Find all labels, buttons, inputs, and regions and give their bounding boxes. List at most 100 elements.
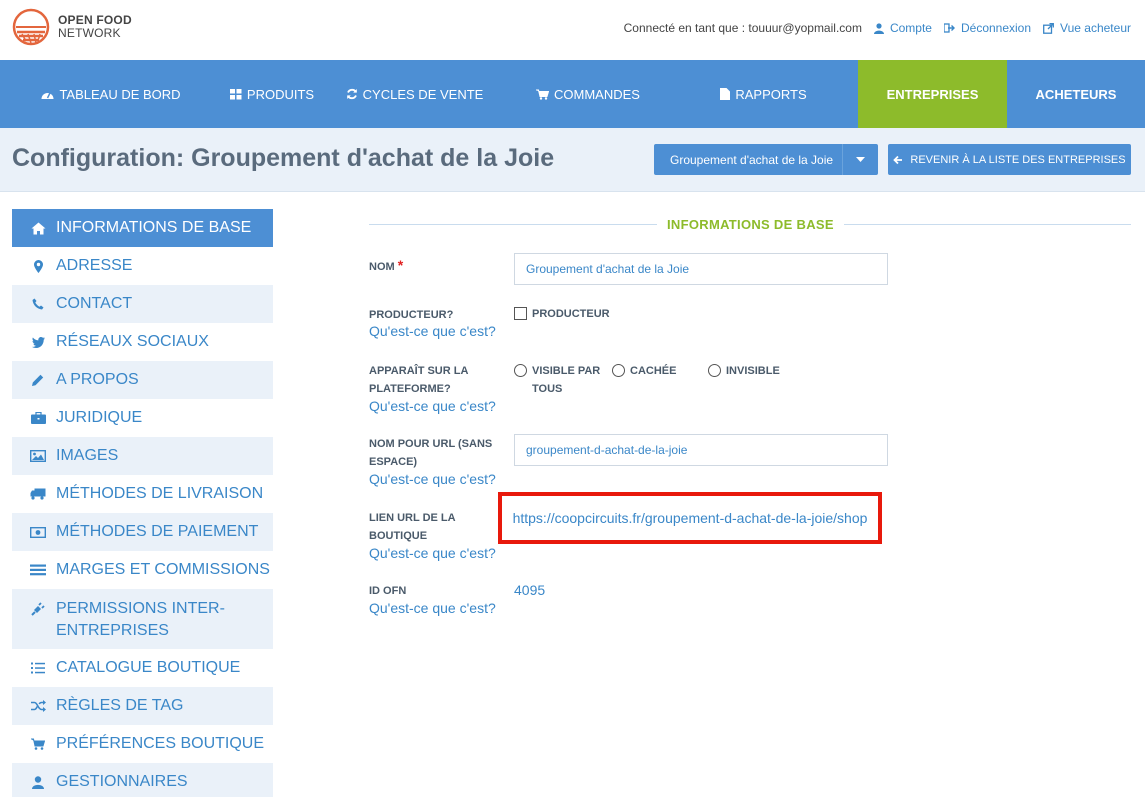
sidebar-item-about[interactable]: A PROPOS (12, 361, 273, 399)
sidebar-item-address[interactable]: ADRESSE (12, 247, 273, 285)
shopfront-link-label: Vue acheteur (1060, 21, 1131, 35)
user-bar: Connecté en tant que : touuur@yopmail.co… (624, 21, 1131, 35)
top-bar: OPEN FOOD NETWORK Connecté en tant que :… (0, 0, 1145, 60)
sidebar-item-label: PRÉFÉRENCES BOUTIQUE (56, 735, 265, 752)
shop-url-link[interactable]: https://coopcircuits.fr/groupement-d-ach… (513, 510, 868, 526)
nav-products[interactable]: PRODUITS (222, 60, 322, 128)
section-header: INFORMATIONS DE BASE (369, 209, 1131, 239)
sidebar-item-tag-rules[interactable]: RÈGLES DE TAG (12, 687, 273, 725)
permalink-help-link[interactable]: Qu'est-ce que c'est? (369, 471, 496, 487)
nav-enterprises[interactable]: ENTREPRISES (858, 60, 1007, 136)
sidebar-item-label: MÉTHODES DE LIVRAISON (56, 485, 264, 502)
money-icon (28, 526, 48, 538)
nav-customers[interactable]: ACHETEURS (1007, 60, 1145, 128)
permalink-label: NOM POUR URL (SANS ESPACE) (369, 438, 493, 468)
nav-enterprises-label: ENTREPRISES (886, 86, 979, 102)
shop-url-label: LIEN URL DE LA BOUTIQUE (369, 512, 456, 542)
ofn-logo[interactable]: OPEN FOOD NETWORK (12, 8, 132, 46)
main-nav: TABLEAU DE BORD PRODUITS CYCLES DE VENTE… (0, 60, 1145, 136)
nav-products-label: PRODUITS (246, 86, 315, 102)
logout-link-label: Déconnexion (960, 21, 1032, 35)
visibility-option-label: VISIBLE PAR TOUS (532, 365, 601, 395)
sidebar-item-fees[interactable]: MARGES ET COMMISSIONS (12, 551, 273, 589)
sidebar-item-label: A PROPOS (56, 371, 139, 388)
sidebar-item-inventory[interactable]: CATALOGUE BOUTIQUE (12, 649, 273, 687)
ofn-logo-icon (12, 8, 50, 46)
name-label: NOM * (369, 256, 403, 276)
sidebar-item-label: MÉTHODES DE PAIEMENT (56, 523, 259, 540)
enterprise-select-button[interactable]: Groupement d'achat de la Joie (654, 144, 878, 175)
sidebar-item-contact[interactable]: CONTACT (12, 285, 273, 323)
enterprise-select-label: Groupement d'achat de la Joie (670, 152, 834, 167)
radio-dot[interactable] (612, 364, 625, 377)
producer-checkbox-label: PRODUCTEUR (532, 307, 610, 320)
external-link-icon (1043, 22, 1054, 34)
sidebar-item-label: PERMISSIONS INTER-ENTREPRISES (56, 600, 225, 639)
user-icon (28, 775, 48, 789)
visibility-option-hidden[interactable]: CACHÉE (612, 362, 676, 380)
logout-link[interactable]: Déconnexion (943, 21, 1032, 35)
sidebar-item-label: ADRESSE (56, 257, 133, 274)
permalink-input[interactable]: groupement-d-achat-de-la-joie (514, 434, 888, 466)
dashboard-icon (41, 92, 54, 99)
cart-icon (28, 738, 48, 750)
permalink-input-value: groupement-d-achat-de-la-joie (526, 443, 688, 457)
sidebar-item-social[interactable]: RÉSEAUX SOCIAUX (12, 323, 273, 361)
primary-details-form: INFORMATIONS DE BASE NOM * Groupement d'… (369, 209, 1131, 616)
arrow-left-icon (893, 155, 903, 164)
sidebar-item-legal[interactable]: JURIDIQUE (12, 399, 273, 437)
logo-line2: NETWORK (58, 26, 121, 40)
nav-reports-label: RAPPORTS (735, 86, 807, 102)
sidebar-item-shop-preferences[interactable]: PRÉFÉRENCES BOUTIQUE (12, 725, 273, 763)
checkbox-box[interactable] (514, 307, 527, 320)
user-icon (873, 22, 884, 34)
list-icon (28, 564, 48, 576)
visibility-option-label: INVISIBLE (726, 365, 780, 377)
sidebar-item-label: GESTIONNAIRES (56, 773, 188, 790)
visibility-option-public[interactable]: VISIBLE PAR TOUS (514, 362, 609, 398)
nav-order-cycles-label: CYCLES DE VENTE (362, 86, 484, 102)
shopfront-link[interactable]: Vue acheteur (1043, 21, 1131, 35)
cart-icon (536, 89, 550, 100)
refresh-icon (346, 88, 357, 100)
required-mark: * (397, 257, 404, 273)
sidebar-item-payment-methods[interactable]: MÉTHODES DE PAIEMENT (12, 513, 273, 551)
nav-order-cycles[interactable]: CYCLES DE VENTE (322, 60, 507, 128)
nav-orders[interactable]: COMMANDES (507, 60, 669, 128)
sidebar-item-shipping-methods[interactable]: MÉTHODES DE LIVRAISON (12, 475, 273, 513)
nav-reports[interactable]: RAPPORTS (669, 60, 858, 128)
visibility-option-invisible[interactable]: INVISIBLE (708, 362, 780, 380)
account-link[interactable]: Compte (873, 21, 932, 35)
producer-checkbox[interactable]: PRODUCTEUR (514, 307, 610, 320)
producer-label: PRODUCTEUR? (369, 309, 454, 321)
sidebar-item-images[interactable]: IMAGES (12, 437, 273, 475)
sidebar-item-permissions[interactable]: PERMISSIONS INTER-ENTREPRISES (12, 589, 273, 649)
shop-url-help-link[interactable]: Qu'est-ce que c'est? (369, 545, 496, 561)
producer-help-link[interactable]: Qu'est-ce que c'est? (369, 323, 496, 339)
visibility-help-link[interactable]: Qu'est-ce que c'est? (369, 398, 496, 414)
random-icon (28, 700, 48, 712)
back-to-enterprises-button[interactable]: REVENIR À LA LISTE DES ENTREPRISES (888, 144, 1131, 175)
sidebar-item-label: INFORMATIONS DE BASE (56, 219, 252, 236)
name-label-text: NOM (369, 261, 395, 273)
shop-url-highlight: https://coopcircuits.fr/groupement-d-ach… (498, 492, 882, 544)
visibility-label: APPARAÎT SUR LA PLATEFORME? (369, 365, 468, 395)
visibility-option-label: CACHÉE (630, 365, 677, 377)
ofn-id-help-link[interactable]: Qu'est-ce que c'est? (369, 600, 496, 616)
radio-dot[interactable] (708, 364, 721, 377)
page-title: Configuration: Groupement d'achat de la … (12, 144, 555, 172)
home-icon (28, 222, 48, 235)
radio-dot[interactable] (514, 364, 527, 377)
sidebar-item-primary-details[interactable]: INFORMATIONS DE BASE (12, 209, 273, 247)
sidebar-item-managers[interactable]: GESTIONNAIRES (12, 763, 273, 797)
twitter-icon (28, 336, 48, 348)
pencil-icon (28, 374, 48, 386)
name-input[interactable]: Groupement d'achat de la Joie (514, 253, 888, 285)
sidebar-item-label: CATALOGUE BOUTIQUE (56, 659, 241, 676)
image-icon (28, 450, 48, 462)
nav-dashboard[interactable]: TABLEAU DE BORD (0, 60, 222, 128)
caret-down-icon (842, 144, 878, 175)
file-icon (720, 88, 731, 100)
sidebar-item-label: IMAGES (56, 447, 119, 464)
sidebar-item-label: MARGES ET COMMISSIONS (56, 561, 270, 578)
